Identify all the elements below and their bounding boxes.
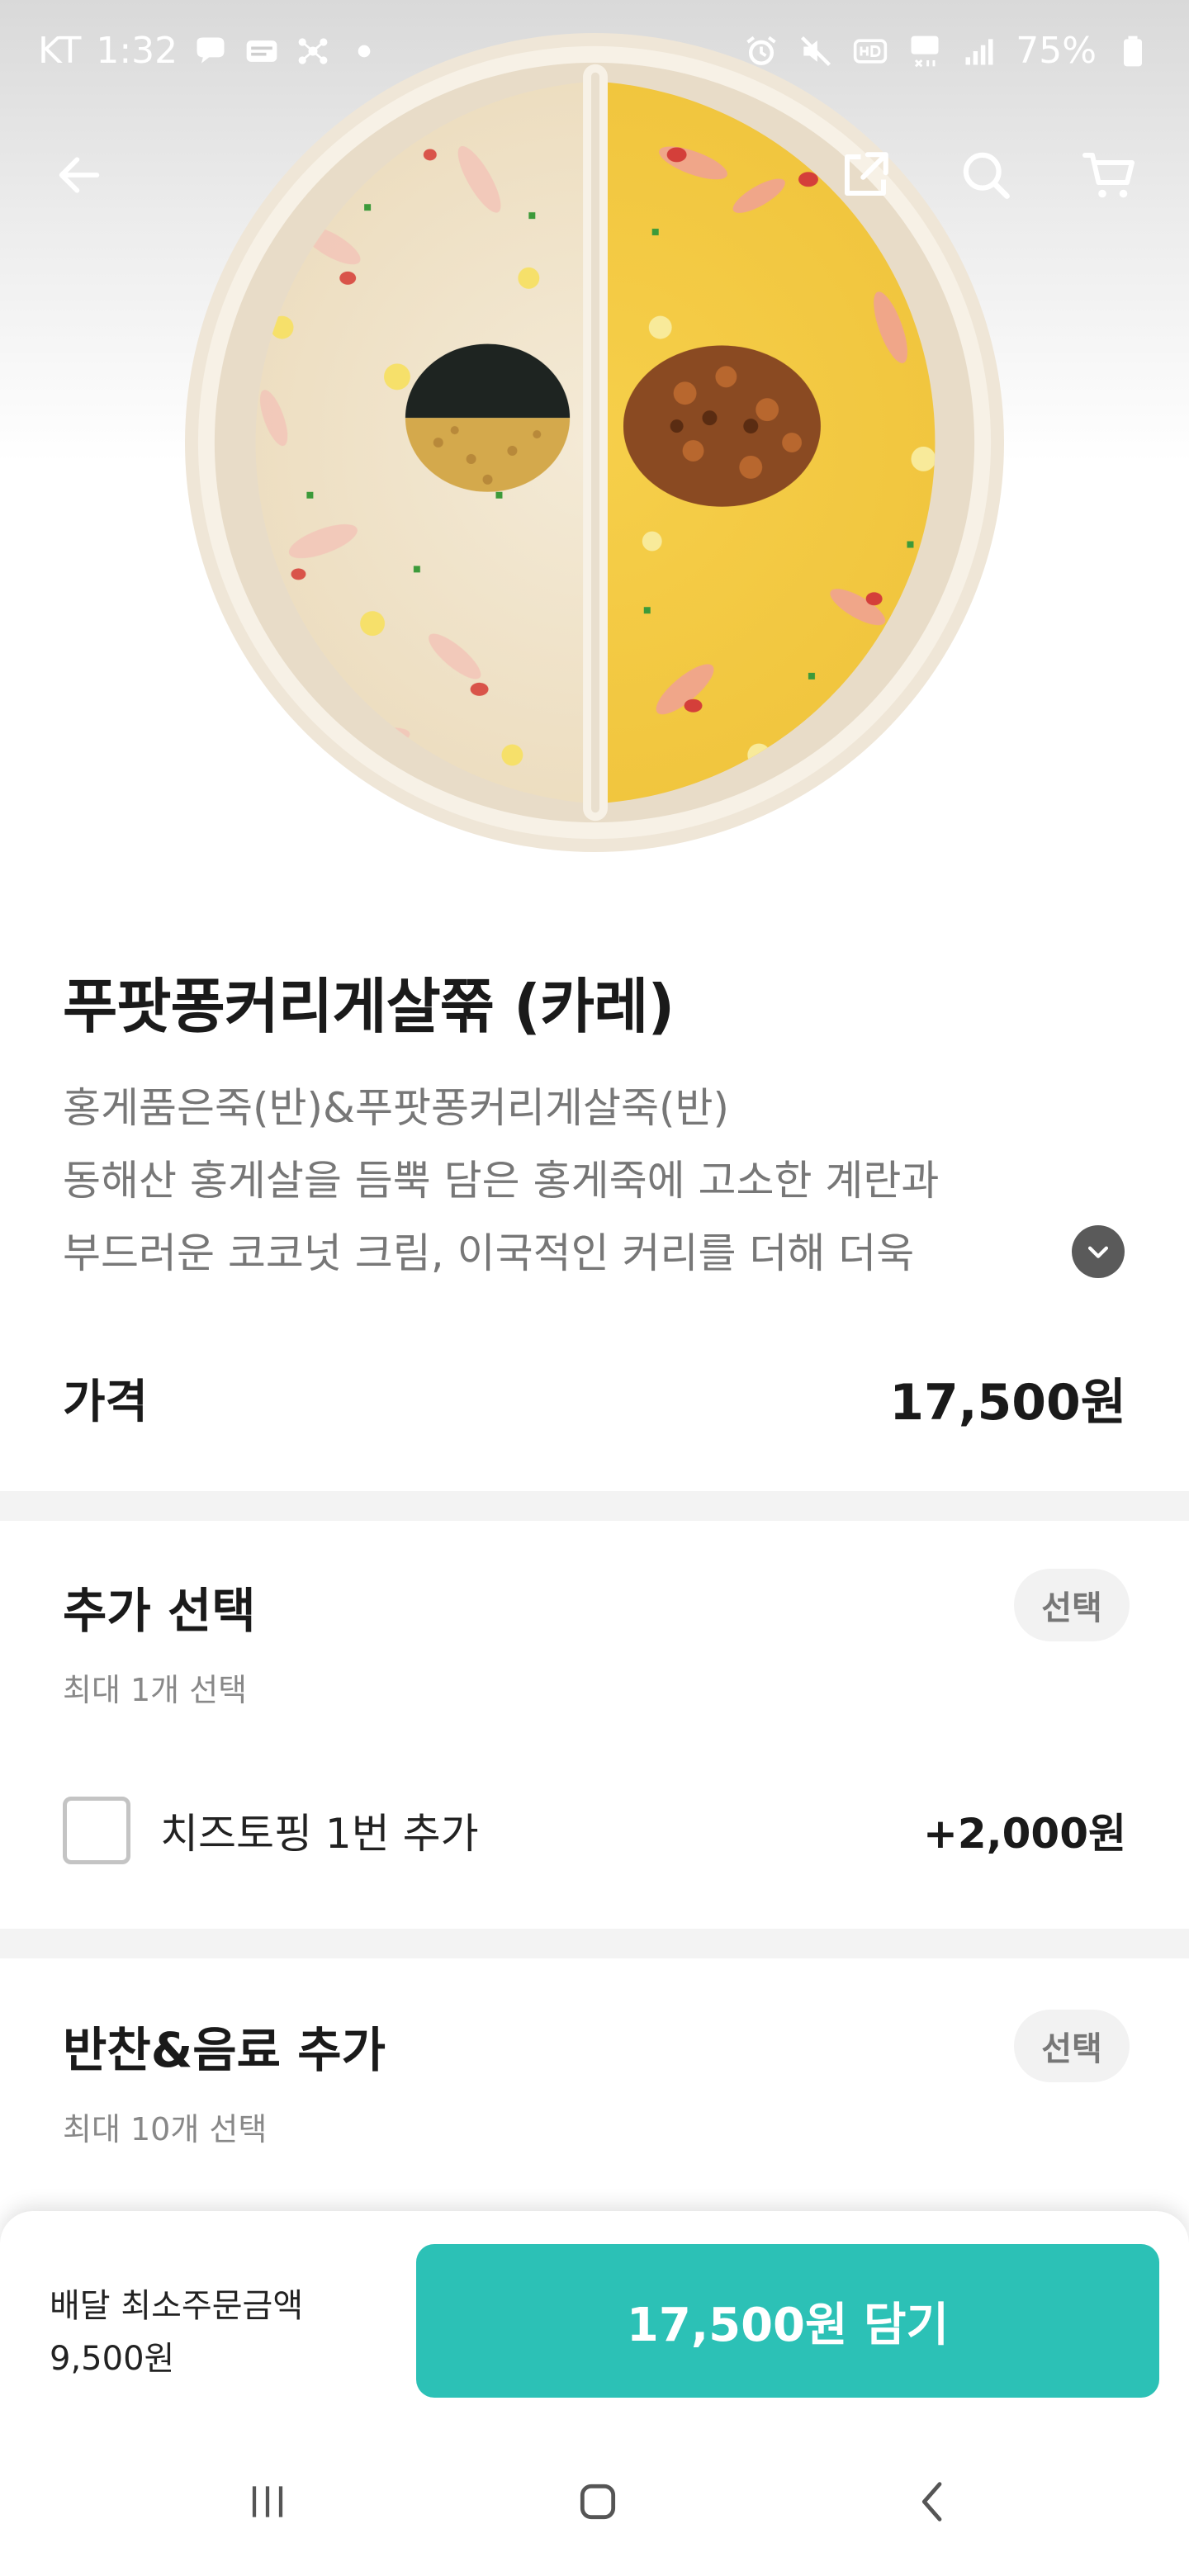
- home-icon: [580, 2484, 616, 2520]
- carrier-label: KT: [38, 30, 82, 72]
- description-line: 부드러운 코코넛 크림, 이국적인 커리를 더해 더욱: [63, 1229, 915, 1277]
- add-to-cart-button[interactable]: 17,500원 담기: [416, 2244, 1159, 2398]
- min-order-value: 9,500원: [50, 2340, 175, 2378]
- share-icon: [844, 152, 888, 197]
- option-item-label: 치즈토핑 1번 추가: [160, 1810, 479, 1858]
- mute-icon: [801, 36, 831, 66]
- chat-bubble-icon: [197, 37, 225, 64]
- price-row: 가격 17,500원: [63, 1362, 1126, 1434]
- option-group-title: 반찬&음료 추가: [63, 2022, 386, 2078]
- share-button[interactable]: [831, 140, 900, 210]
- min-order-label: 배달 최소주문금액: [50, 2287, 304, 2325]
- expand-description-button[interactable]: [1072, 1225, 1125, 1278]
- network-icon: [298, 37, 328, 64]
- status-bar: KT 1:32 75%: [0, 0, 1189, 116]
- description-fade: [921, 1217, 1054, 1290]
- battery-label: 75%: [1016, 30, 1097, 72]
- option-group-subtitle: 최대 1개 선택: [63, 1672, 248, 1708]
- app-bar: [0, 124, 1189, 223]
- recent-apps-button[interactable]: [226, 2460, 309, 2543]
- back-arrow-icon: [59, 157, 100, 193]
- dot-icon: [358, 45, 371, 57]
- battery-icon: [1124, 36, 1142, 66]
- home-button[interactable]: [557, 2460, 639, 2543]
- back-icon: [921, 2482, 942, 2522]
- option-checkbox[interactable]: [63, 1797, 130, 1864]
- description-line: 동해산 홍게살을 듬뿍 담은 홍게죽에 고소한 계란과: [63, 1157, 940, 1205]
- option-item-price: +2,000원: [922, 1810, 1126, 1858]
- time-label: 1:32: [96, 30, 178, 72]
- system-nav-bar: [0, 2427, 1189, 2576]
- section-divider: [0, 1491, 1189, 1521]
- webtoon-icon: [246, 40, 277, 62]
- option-item-cheese-topping[interactable]: 치즈토핑 1번 추가 +2,000원: [63, 1793, 1126, 1868]
- cart-icon: [1082, 153, 1135, 198]
- description-line: 홍게품은죽(반)&푸팟퐁커리게살죽(반): [63, 1084, 730, 1132]
- signal-icon: [965, 38, 993, 64]
- section-divider: [0, 1929, 1189, 1958]
- option-group-title: 추가 선택: [63, 1583, 256, 1639]
- alarm-icon: [746, 36, 776, 65]
- back-button[interactable]: [45, 140, 114, 210]
- price-label: 가격: [63, 1376, 149, 1429]
- search-icon: [963, 152, 1010, 199]
- product-title: 푸팟퐁커리게살쭊 (카레): [63, 972, 675, 1041]
- search-button[interactable]: [951, 140, 1021, 210]
- 5g-icon: [911, 36, 939, 67]
- price-value: 17,500원: [889, 1374, 1126, 1432]
- chevron-down-icon: [1087, 1246, 1109, 1258]
- recent-apps-icon: [252, 2486, 283, 2517]
- option-group-subtitle: 최대 10개 선택: [63, 2111, 268, 2147]
- option-type-badge: 선택: [1014, 2010, 1130, 2082]
- order-bar: 배달 최소주문금액 9,500원 17,500원 담기: [0, 2211, 1189, 2427]
- hd-icon: [854, 38, 888, 64]
- product-description: 홍게품은죽(반)&푸팟퐁커리게살죽(반) 동해산 홍게살을 듬뿍 담은 홍게죽에…: [63, 1072, 1054, 1290]
- nav-back-button[interactable]: [892, 2460, 974, 2543]
- option-type-badge: 선택: [1014, 1569, 1130, 1641]
- cart-button[interactable]: [1075, 140, 1144, 210]
